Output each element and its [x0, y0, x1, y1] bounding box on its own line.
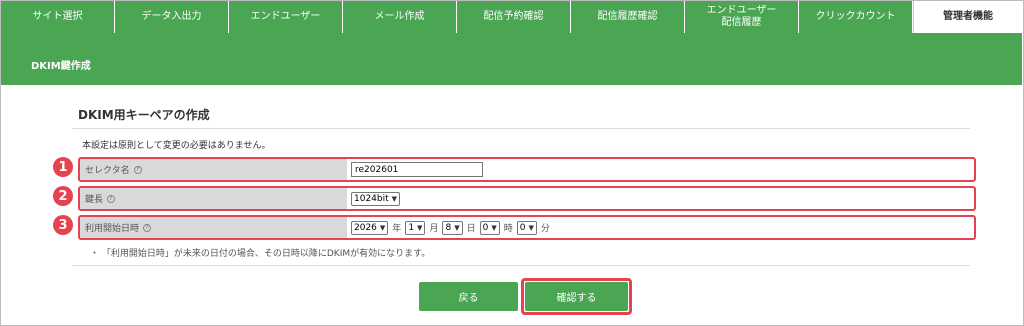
key-length-select[interactable]: 1024bit ▼ — [351, 191, 401, 206]
form-row-key-length: 鍵長 ? 1024bit ▼ — [78, 186, 976, 211]
chevron-down-icon: ▼ — [417, 223, 423, 232]
month-unit: 月 — [429, 224, 439, 234]
start-date-label-cell: 利用開始日時 ? — [80, 217, 347, 238]
year-select[interactable]: 2026 ▼ — [351, 220, 389, 235]
help-icon[interactable]: ? — [107, 194, 116, 203]
minute-value: 0 — [519, 222, 526, 233]
chevron-down-icon: ▼ — [528, 223, 534, 232]
form-row-start-date: 利用開始日時 ? 2026 ▼ 年 1 ▼ 月 8 ▼ 日 0 ▼ 時 0 ▼ … — [78, 215, 976, 240]
step-badge-2: 2 — [53, 186, 73, 206]
hour-select[interactable]: 0 ▼ — [479, 220, 500, 235]
day-value: 8 — [445, 222, 452, 233]
key-length-value: 1024bit — [354, 193, 389, 204]
hour-unit: 時 — [503, 224, 513, 234]
tab-delivery-history[interactable]: 配信履歴確認 — [571, 1, 685, 33]
page-title: DKIM用キーペアの作成 — [78, 108, 210, 122]
start-date-label: 利用開始日時 — [85, 224, 140, 234]
confirm-button[interactable]: 確認する — [525, 282, 628, 311]
selector-field-cell — [349, 159, 974, 180]
tab-site-select[interactable]: サイト選択 — [1, 1, 115, 33]
key-length-field-cell: 1024bit ▼ — [349, 188, 974, 209]
help-icon[interactable]: ? — [143, 223, 152, 232]
month-value: 1 — [408, 222, 415, 233]
chevron-down-icon: ▼ — [379, 223, 386, 232]
selector-label-cell: セレクタ名 ? — [80, 159, 347, 180]
hour-value: 0 — [482, 222, 489, 233]
title-divider — [72, 128, 970, 129]
help-icon[interactable]: ? — [133, 165, 142, 174]
step-badge-3: 3 — [53, 215, 73, 235]
selector-label: セレクタ名 — [85, 166, 130, 176]
form-row-selector: セレクタ名 ? — [78, 157, 976, 182]
chevron-down-icon: ▼ — [454, 223, 460, 232]
key-length-label: 鍵長 — [85, 195, 104, 205]
selector-input[interactable] — [351, 162, 483, 177]
minute-select[interactable]: 0 ▼ — [516, 220, 537, 235]
chevron-down-icon: ▼ — [491, 223, 497, 232]
tab-end-user-delivery-history[interactable]: エンドユーザー 配信履歴 — [685, 1, 799, 33]
bottom-divider — [72, 265, 970, 266]
tab-end-user[interactable]: エンドユーザー — [229, 1, 343, 33]
top-navigation: サイト選択 データ入出力 エンドユーザー メール作成 配信予約確認 配信履歴確認… — [1, 1, 1022, 33]
back-button[interactable]: 戻る — [419, 282, 518, 311]
month-select[interactable]: 1 ▼ — [405, 220, 426, 235]
day-select[interactable]: 8 ▼ — [442, 220, 463, 235]
day-unit: 日 — [466, 224, 476, 234]
settings-note: 本設定は原則として変更の必要はありません。 — [82, 141, 271, 151]
year-value: 2026 — [354, 222, 377, 233]
key-length-label-cell: 鍵長 ? — [80, 188, 347, 209]
sub-header-title: DKIM鍵作成 — [31, 61, 91, 72]
tab-delivery-reservation[interactable]: 配信予約確認 — [457, 1, 571, 33]
main-content: DKIM用キーペアの作成 本設定は原則として変更の必要はありません。 1 セレク… — [0, 85, 1024, 325]
sub-header: DKIM鍵作成 — [1, 33, 1022, 85]
chevron-down-icon: ▼ — [391, 194, 398, 203]
tab-data-io[interactable]: データ入出力 — [115, 1, 229, 33]
year-unit: 年 — [392, 224, 402, 234]
start-date-field-cell: 2026 ▼ 年 1 ▼ 月 8 ▼ 日 0 ▼ 時 0 ▼ 分 — [349, 217, 974, 238]
start-date-note: ・ 「利用開始日時」が未来の日付の場合、その日時以降にDKIMが有効になります。 — [90, 249, 431, 259]
step-badge-1: 1 — [53, 157, 73, 177]
tab-admin-functions[interactable]: 管理者機能 — [913, 1, 1022, 33]
minute-unit: 分 — [540, 224, 550, 234]
tab-mail-create[interactable]: メール作成 — [343, 1, 457, 33]
tab-click-count[interactable]: クリックカウント — [799, 1, 913, 33]
